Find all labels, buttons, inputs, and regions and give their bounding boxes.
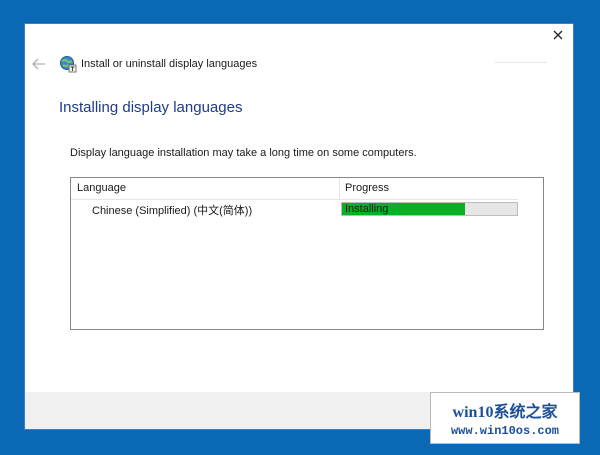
site-watermark: win10系统之家 www.win10os.com xyxy=(430,392,580,444)
watermark-title: win10系统之家 xyxy=(452,404,558,421)
language-name: Chinese (Simplified) (中文(简体)) xyxy=(92,205,253,217)
close-button[interactable] xyxy=(547,24,569,46)
language-globe-icon xyxy=(59,55,77,73)
title-divider xyxy=(495,62,547,63)
back-button[interactable] xyxy=(31,56,47,72)
navigation-row: Install or uninstall display languages xyxy=(31,54,257,74)
column-header-progress[interactable]: Progress xyxy=(340,178,518,199)
install-progress-bar: Installing xyxy=(341,202,518,216)
list-header: Language Progress xyxy=(71,178,518,200)
progress-status: Installing xyxy=(345,203,389,215)
watermark-url: www.win10os.com xyxy=(450,424,560,438)
column-header-language[interactable]: Language xyxy=(71,178,340,199)
close-icon xyxy=(553,30,563,40)
installation-notice: Display language installation may take a… xyxy=(70,147,417,159)
list-item[interactable]: Chinese (Simplified) (中文(简体)) Installing xyxy=(71,200,543,218)
back-arrow-icon xyxy=(32,58,45,70)
navigation-title: Install or uninstall display languages xyxy=(81,58,258,70)
page-title: Installing display languages xyxy=(59,99,243,116)
language-progress-list[interactable]: Language Progress Chinese (Simplified) (… xyxy=(70,177,544,330)
language-installer-window: Install or uninstall display languages I… xyxy=(24,23,574,430)
